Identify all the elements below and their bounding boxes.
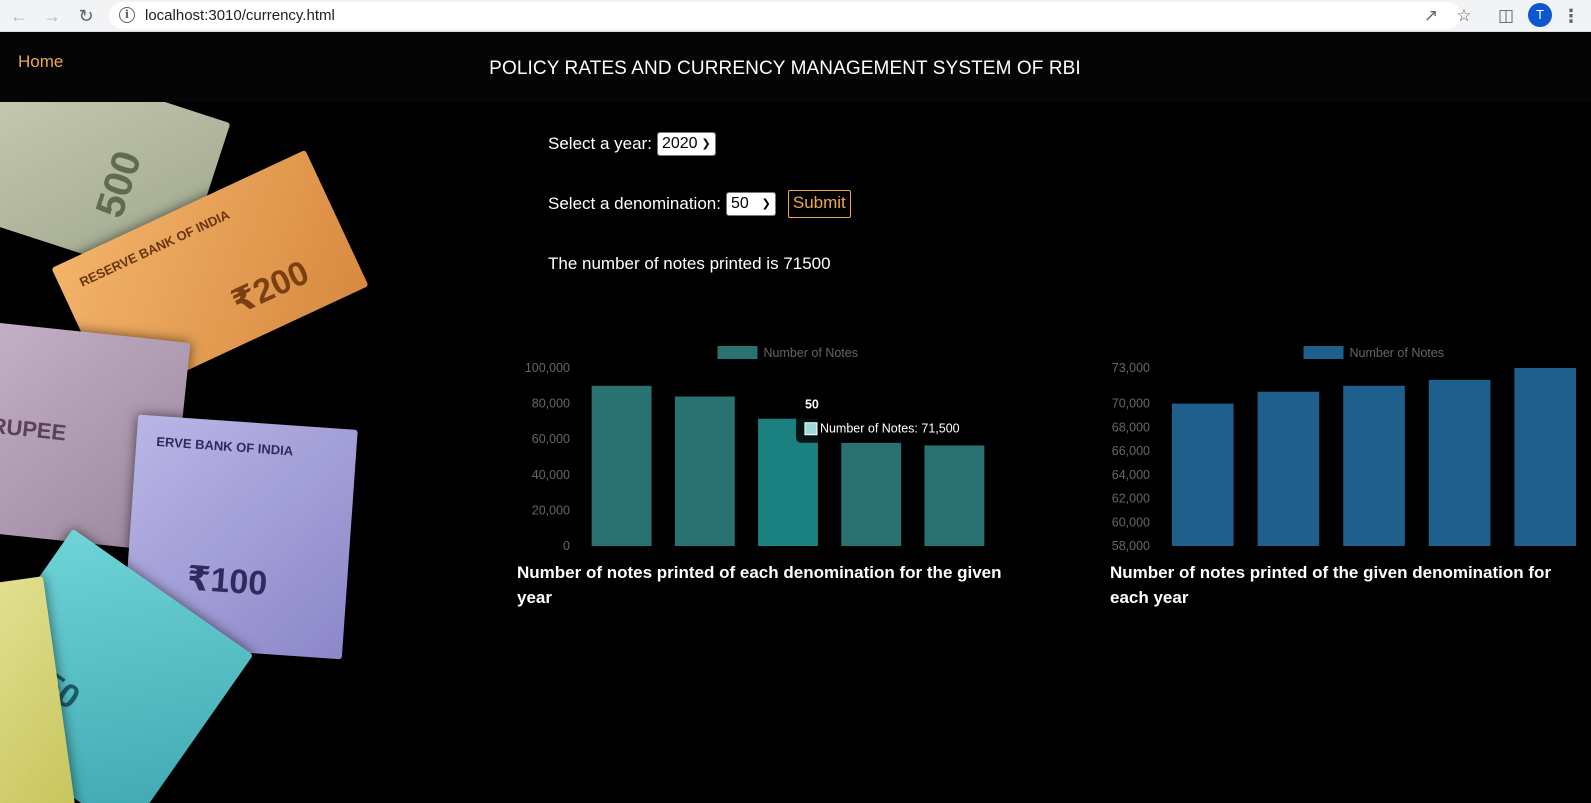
reload-icon[interactable]: ↻ — [74, 4, 98, 28]
legend-label: Number of Notes — [764, 346, 858, 360]
denomination-chart-caption: Number of notes printed of each denomina… — [517, 563, 1002, 607]
bar-500 — [924, 445, 985, 546]
site-info-icon[interactable]: i — [119, 7, 135, 23]
y-tick-label: 58,000 — [1112, 539, 1150, 552]
browser-toolbar: ← → ↻ i localhost:3010/currency.html ↗ ☆… — [0, 0, 1591, 32]
legend-label: Number of Notes — [1350, 346, 1444, 360]
y-tick-label: 60,000 — [1112, 515, 1150, 529]
address-url[interactable]: localhost:3010/currency.html — [145, 7, 335, 24]
legend-swatch — [1303, 346, 1344, 359]
denomination-row: Select a denomination: 50 ❯ Submit — [548, 190, 851, 218]
bar-2019 — [1257, 391, 1320, 546]
currency-notes-image: 500 ₹200 RESERVE BANK OF INDIA RUPEE ₹10… — [0, 102, 420, 803]
y-tick-label: 60,000 — [532, 432, 570, 446]
legend-swatch — [717, 346, 758, 359]
submit-button[interactable]: Submit — [787, 190, 851, 218]
y-tick-label: 0 — [563, 539, 570, 552]
result-text: The number of notes printed is 71500 — [548, 254, 831, 273]
tooltip-title: 50 — [805, 398, 819, 412]
bar-2020 — [1343, 385, 1405, 546]
denomination-bar-chart[interactable]: Number of Notes 0 20,000 40,000 60,000 80,000… — [510, 302, 1000, 552]
year-row: Select a year: 2020 ❯ — [548, 132, 716, 156]
bar-2018 — [1171, 403, 1234, 546]
chevron-down-icon: ❯ — [761, 198, 771, 210]
year-chart-caption: Number of notes printed of the given den… — [1110, 563, 1552, 607]
back-arrow-icon[interactable]: ← — [7, 4, 31, 28]
bar-100 — [841, 442, 902, 546]
y-tick-label: 64,000 — [1112, 468, 1150, 482]
chart-tooltip: 50Number of Notes: 71,500 — [795, 390, 982, 443]
y-tick-label: 66,000 — [1112, 444, 1150, 458]
bar-2021 — [1428, 379, 1491, 546]
year-label: Select a year: — [548, 134, 652, 153]
page-title: POLICY RATES AND CURRENCY MANAGEMENT SYS… — [489, 58, 1081, 79]
side-panel-icon[interactable]: ◫ — [1494, 4, 1518, 28]
y-tick-label: 100,000 — [525, 361, 570, 375]
bar-20 — [674, 396, 735, 546]
y-tick-label: 80,000 — [532, 397, 570, 411]
y-tick-label: 20,000 — [532, 503, 570, 517]
year-select[interactable]: 2020 ❯ — [656, 132, 716, 156]
address-bar[interactable]: i localhost:3010/currency.html — [109, 2, 1461, 29]
y-tick-label: 68,000 — [1112, 420, 1150, 434]
bookmark-star-icon[interactable]: ☆ — [1452, 4, 1476, 28]
y-tick-label: 73,000 — [1112, 361, 1150, 375]
denomination-label: Select a denomination: — [548, 194, 721, 213]
bar-2022 — [1514, 368, 1577, 546]
y-tick-label: 40,000 — [532, 468, 570, 482]
tooltip-label: Number of Notes: 71,500 — [820, 422, 960, 436]
y-tick-label: 70,000 — [1112, 397, 1150, 411]
browser-menu-icon[interactable]: ⋮ — [1562, 4, 1580, 28]
y-tick-label: 62,000 — [1112, 492, 1150, 506]
forward-arrow-icon[interactable]: → — [40, 4, 64, 28]
top-navbar: Home POLICY RATES AND CURRENCY MANAGEMEN… — [0, 32, 1591, 102]
profile-avatar[interactable]: T — [1528, 3, 1552, 27]
bar-10 — [591, 385, 652, 546]
page: Home POLICY RATES AND CURRENCY MANAGEMEN… — [0, 32, 1591, 803]
year-bar-chart[interactable]: Number of Notes 58,000 60,000 62,000 64,000 6… — [1095, 302, 1591, 552]
share-icon[interactable]: ↗ — [1419, 4, 1443, 28]
tooltip-swatch — [804, 422, 818, 436]
denomination-select[interactable]: 50 ❯ — [725, 192, 776, 216]
chevron-down-icon: ❯ — [701, 138, 711, 150]
